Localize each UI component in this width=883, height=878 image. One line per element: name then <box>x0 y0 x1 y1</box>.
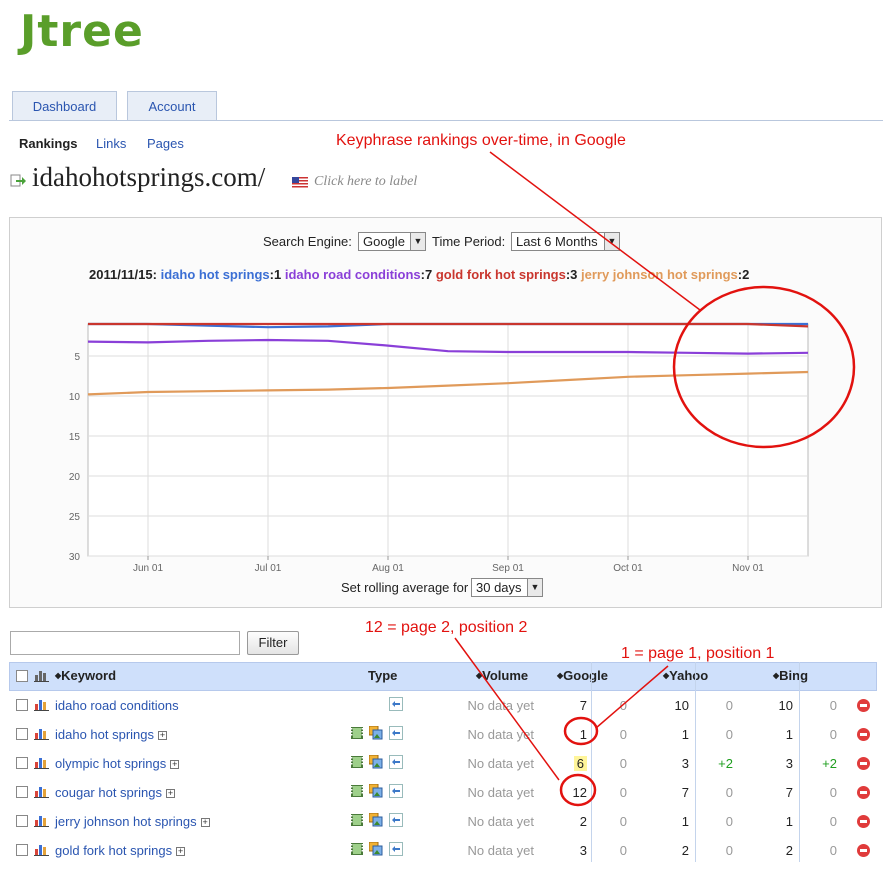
annotation-chart-note: Keyphrase rankings over-time, in Google <box>336 132 626 149</box>
annotation-pointer <box>595 665 669 729</box>
annotation-circle-chart <box>672 285 856 449</box>
annotation-pointer <box>454 637 560 781</box>
annotation-page2-note: 12 = page 2, position 2 <box>365 619 528 636</box>
annotation-pointer <box>489 151 701 311</box>
annotation-page1-note: 1 = page 1, position 1 <box>621 645 775 662</box>
annotation-circle-rank12 <box>559 773 597 807</box>
annotation-circle-rank1 <box>563 716 599 746</box>
